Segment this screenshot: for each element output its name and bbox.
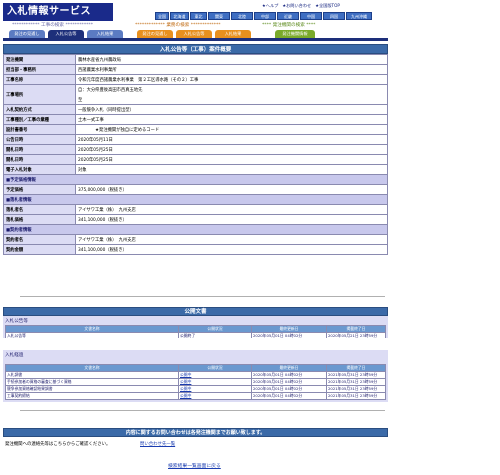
doc-link[interactable]: 公開中 (178, 392, 252, 400)
table-row: 入札契約方式 一般競争入札（同時提出型） (3, 104, 388, 115)
contact-link[interactable]: ★お問い合わせ (282, 3, 311, 11)
contact-list-link[interactable]: 問い合わせ先一覧 (140, 441, 175, 447)
divider (20, 410, 385, 411)
doc-group-name: 入札経過 (5, 353, 24, 358)
region-chugoku[interactable]: 中国 (300, 12, 322, 20)
tab-agency-info[interactable]: 発注機関情報 (275, 30, 315, 38)
doc-table: 文書名称 公開状況 最終更新日 掲載終了日 入札調書 公開中 2020年05月0… (5, 364, 386, 400)
region-kanto[interactable]: 関東 (208, 12, 230, 20)
table-row: 開札日時 2020年05月25日 (3, 144, 388, 155)
table-row: 公告日時 2020年05月11日 (3, 134, 388, 145)
table-row: 予定価格 375,000,000（税抜き） (3, 184, 388, 195)
header: 入札情報サービス ★ヘルプ ★お問い合わせ ★全国版TOP 全国 北海道 東北 … (0, 0, 390, 41)
tab-kouji-result[interactable]: 入札結果 (87, 30, 123, 38)
site-logo[interactable]: 入札情報サービス (3, 3, 113, 21)
region-zenkoku[interactable]: 全国 (155, 12, 169, 20)
case-title: 入札公告等（工事）案件概要 (3, 44, 388, 54)
section-header-rakusatsu: ■落札者情報 (3, 194, 388, 205)
table-row: 工事名称 令和元年度西諸農業水利事業 第２工区導水路（その２）工事 (3, 74, 388, 85)
table-row: 工事契約締結 公開中 2020年05月01日 04時02分 2021年05月31… (5, 392, 386, 400)
top-links: ★ヘルプ ★お問い合わせ ★全国版TOP (262, 3, 340, 11)
inquiry-notice: 内容に関するお問い合わせは各発注機関までお願い致します。 (3, 428, 388, 437)
doc-group-keika: 入札経過 文書名称 公開状況 最終更新日 掲載終了日 入札調書 公開中 2020… (3, 350, 388, 402)
table-row: 契約金額 341,100,000（税抜き） (3, 244, 388, 255)
category-kouji: ************ 工事の検索 ************ (12, 23, 94, 28)
case-summary: 入札公告等（工事）案件概要 発注機関 農林水産省九州農政局 担当部・事務所 西諸農業… (3, 44, 388, 255)
table-row: 電子入札対象 対象 (3, 164, 388, 175)
table-row: 担当部・事務所 西諸農業水利事業所 (3, 64, 388, 75)
table-row: 工事種別／工事の業種 土木一式工事 (3, 114, 388, 125)
region-shikoku[interactable]: 四国 (323, 12, 345, 20)
documents-title: 公開文書 (3, 307, 388, 316)
section-header-yotei: ■予定価格情報 (3, 174, 388, 185)
section-header-keiyaku: ■契約者情報 (3, 224, 388, 235)
table-row: 落札価格 341,100,000（税抜き） (3, 214, 388, 225)
doc-group-name: 入札公告等 (5, 319, 28, 324)
category-buppin: **** 発注機関の検索 **** (262, 23, 316, 28)
table-row: 設計書番号 ★発注機関が独自に定めるコード (3, 124, 388, 135)
national-top-link[interactable]: ★全国版TOP (315, 3, 340, 11)
table-row: 競争参加資格確認結果調書 公開中 2020年05月01日 04時02分 2021… (5, 385, 386, 393)
table-row: 工事場所 自：大分県豊後高田市西真玉地先至 (3, 84, 388, 105)
doc-link[interactable]: 公開中 (178, 371, 252, 379)
contact-text: 発注機関への連絡先等はこちらからご確認ください。 (5, 442, 111, 447)
tab-gyomu-outlook[interactable]: 発注の見通し (137, 30, 173, 38)
table-row: 手続参加者の資格の審査に基づく資格 公開中 2020年05月01日 04時02分… (5, 378, 386, 386)
region-chubu[interactable]: 中部 (254, 12, 276, 20)
tab-gyomu-result[interactable]: 入札結果 (215, 30, 251, 38)
table-row: 入札調書 公開中 2020年05月01日 04時02分 2021年05月31日 … (5, 371, 386, 379)
back-to-results-link[interactable]: 検索結果一覧画面に戻る (168, 462, 221, 469)
table-row: 開札日時 2020年05月25日 (3, 154, 388, 165)
documents-section: 公開文書 入札公告等 文書名称 公開状況 最終更新日 掲載終了日 入札公告等 公… (3, 307, 388, 402)
region-kinki[interactable]: 近畿 (277, 12, 299, 20)
doc-link[interactable]: 公開中 (178, 385, 252, 393)
table-row: 落札者名 アイサワ工業（株） 九州支店 (3, 204, 388, 215)
region-kyushu[interactable]: 九州沖縄 (346, 12, 372, 20)
tab-gyomu-notice[interactable]: 入札公告等 (176, 30, 212, 38)
tab-kouji-outlook[interactable]: 発注の見通し (9, 30, 45, 38)
category-gyomu: ************* 業務の検索 ************* (135, 23, 221, 28)
divider (20, 296, 385, 297)
table-row: 発注機関 農林水産省九州農政局 (3, 54, 388, 65)
tab-kouji-notice[interactable]: 入札公告等 (48, 30, 84, 38)
region-tohoku[interactable]: 東北 (190, 12, 207, 20)
doc-group-koukoku: 入札公告等 文書名称 公開状況 最終更新日 掲載終了日 入札公告等 公開終了 2… (3, 316, 388, 340)
help-link[interactable]: ★ヘルプ (262, 3, 278, 11)
case-table: 発注機関 農林水産省九州農政局 担当部・事務所 西諸農業水利事業所 工事名称 令和元年… (3, 54, 388, 255)
region-hokkaido[interactable]: 北海道 (170, 12, 189, 20)
region-nav: 全国 北海道 東北 関東 北陸 中部 近畿 中国 四国 九州沖縄 (155, 12, 372, 20)
header-rule (3, 38, 388, 41)
doc-link[interactable]: 公開中 (178, 378, 252, 386)
region-hokuriku[interactable]: 北陸 (231, 12, 253, 20)
table-row: 契約者名 アイサワ工業（株） 九州支店 (3, 234, 388, 245)
